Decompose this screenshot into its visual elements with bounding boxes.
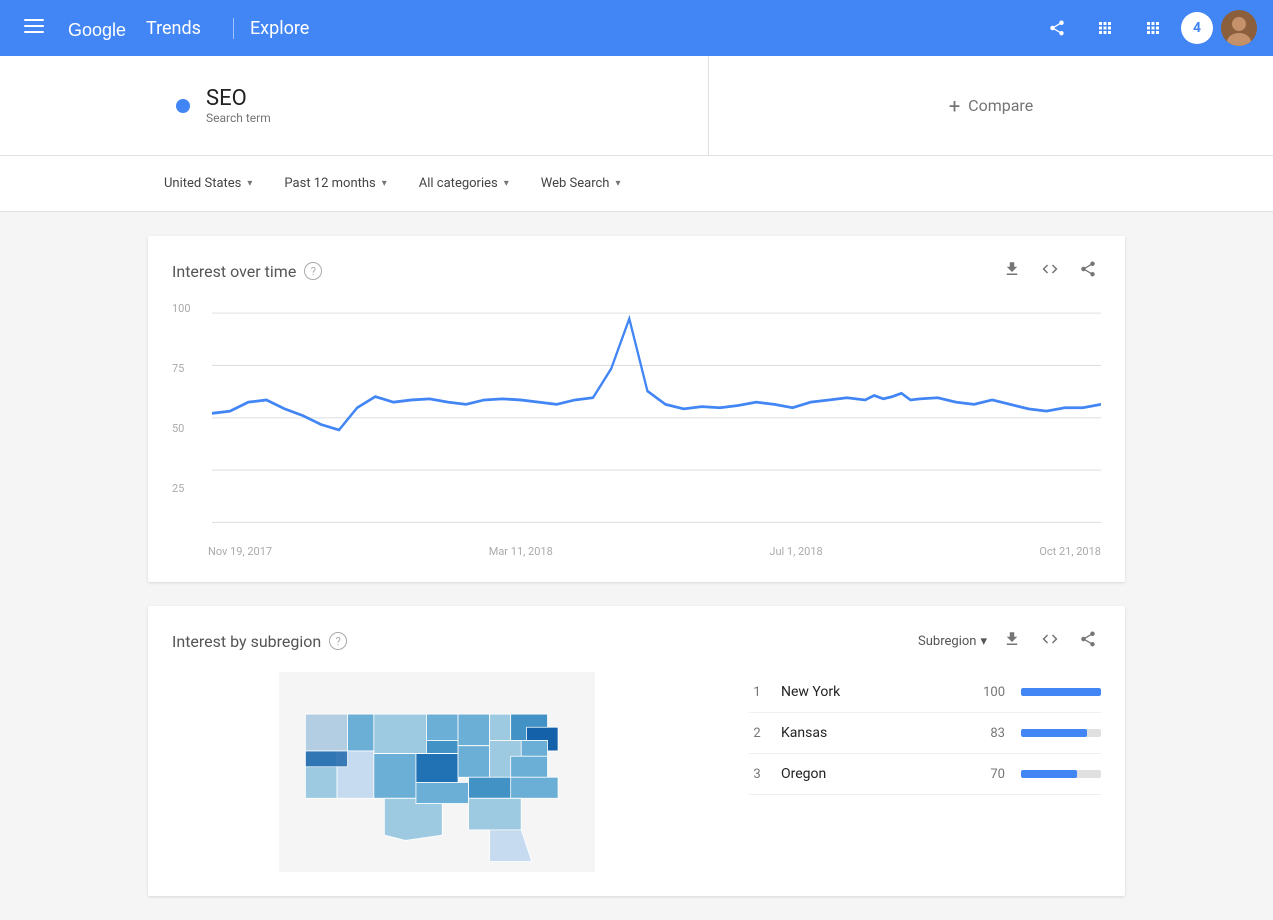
- avatar[interactable]: [1221, 10, 1257, 46]
- time-range-filter[interactable]: Past 12 months ▾: [268, 168, 402, 199]
- embed-icon[interactable]: [1037, 256, 1063, 286]
- rank-bar-2: [1021, 729, 1087, 737]
- categories-filter[interactable]: All categories ▾: [403, 168, 525, 199]
- header-actions: 4: [1037, 8, 1257, 48]
- chart-svg: [172, 302, 1101, 558]
- rank-num-1: 1: [749, 685, 765, 700]
- map-area: [148, 672, 725, 872]
- ranking-row-1: 1 New York 100: [749, 672, 1101, 713]
- us-map: [247, 672, 627, 872]
- rank-name-1: New York: [781, 684, 959, 700]
- location-filter[interactable]: United States ▾: [148, 168, 268, 199]
- rank-bar-1: [1021, 688, 1101, 696]
- subregion-embed-icon[interactable]: [1037, 626, 1063, 656]
- notification-badge[interactable]: 4: [1181, 12, 1213, 44]
- subregion-content: 1 New York 100 2 Kansas 83 3: [148, 672, 1125, 896]
- subregion-help-icon[interactable]: ?: [329, 632, 347, 650]
- help-icon[interactable]: ?: [304, 262, 322, 280]
- categories-label: All categories: [419, 176, 498, 191]
- rank-value-3: 70: [975, 767, 1005, 782]
- rank-value-1: 100: [975, 685, 1005, 700]
- svg-text:Google: Google: [68, 20, 126, 40]
- time-range-chevron-icon: ▾: [382, 178, 387, 189]
- search-type-filter[interactable]: Web Search ▾: [525, 168, 637, 199]
- filters-bar: United States ▾ Past 12 months ▾ All cat…: [0, 156, 1273, 212]
- rank-name-2: Kansas: [781, 725, 959, 741]
- ranking-row-2: 2 Kansas 83: [749, 713, 1101, 754]
- search-dot: [176, 99, 190, 113]
- interest-over-time-card: Interest over time ?: [148, 236, 1125, 582]
- rank-bar-container-1: [1021, 688, 1101, 696]
- download-icon[interactable]: [999, 256, 1025, 286]
- card-header-interest: Interest over time ?: [148, 236, 1125, 302]
- rank-bar-container-2: [1021, 729, 1101, 737]
- explore-label: Explore: [233, 18, 309, 39]
- subregion-dropdown-label: Subregion: [918, 634, 976, 649]
- location-label: United States: [164, 176, 241, 191]
- search-type-chevron-icon: ▾: [615, 178, 620, 189]
- compare-plus-icon: +: [949, 94, 960, 118]
- subregion-share-icon[interactable]: [1075, 626, 1101, 656]
- search-term-label: Search term: [206, 111, 271, 125]
- search-term-info: SEO Search term: [206, 86, 271, 125]
- interest-over-time-title: Interest over time: [172, 262, 296, 281]
- search-area: SEO Search term + Compare: [0, 56, 1273, 156]
- ranking-row-3: 3 Oregon 70: [749, 754, 1101, 795]
- subregion-chevron-icon: ▾: [980, 634, 987, 649]
- location-chevron-icon: ▾: [247, 178, 252, 189]
- menu-icon[interactable]: [16, 8, 52, 49]
- interest-by-subregion-card: Interest by subregion ? Subregion ▾: [148, 606, 1125, 896]
- apps-icon[interactable]: [1133, 8, 1173, 48]
- rank-value-2: 83: [975, 726, 1005, 741]
- notification-icon[interactable]: [1085, 8, 1125, 48]
- compare-box[interactable]: + Compare: [709, 56, 1273, 155]
- share-small-icon[interactable]: [1075, 256, 1101, 286]
- compare-label: Compare: [968, 96, 1033, 115]
- subregion-title-area: Interest by subregion ?: [172, 632, 347, 651]
- search-term-box: SEO Search term: [144, 56, 709, 155]
- subregion-header: Interest by subregion ? Subregion ▾: [148, 606, 1125, 672]
- time-range-label: Past 12 months: [284, 176, 375, 191]
- rank-bar-3: [1021, 770, 1077, 778]
- rankings-area: 1 New York 100 2 Kansas 83 3: [725, 672, 1125, 872]
- subregion-download-icon[interactable]: [999, 626, 1025, 656]
- rank-num-2: 2: [749, 726, 765, 741]
- logo: Google Trends: [68, 16, 201, 40]
- search-type-label: Web Search: [541, 176, 610, 191]
- categories-chevron-icon: ▾: [504, 178, 509, 189]
- interest-chart: 100 75 50 25 Nov 19, 2017 Mar 11, 2: [148, 302, 1125, 582]
- card-title-area: Interest over time ?: [172, 262, 322, 281]
- subregion-title: Interest by subregion: [172, 632, 321, 651]
- share-icon[interactable]: [1037, 8, 1077, 48]
- rank-bar-container-3: [1021, 770, 1101, 778]
- rank-num-3: 3: [749, 767, 765, 782]
- logo-trends: Trends: [146, 18, 201, 39]
- header: Google Trends Explore 4: [0, 0, 1273, 56]
- search-term-text: SEO: [206, 86, 271, 111]
- card-actions-interest: [999, 256, 1101, 286]
- subregion-actions: Subregion ▾: [918, 626, 1101, 656]
- main-content: Interest over time ?: [0, 212, 1273, 920]
- rank-name-3: Oregon: [781, 766, 959, 782]
- subregion-dropdown[interactable]: Subregion ▾: [918, 634, 987, 649]
